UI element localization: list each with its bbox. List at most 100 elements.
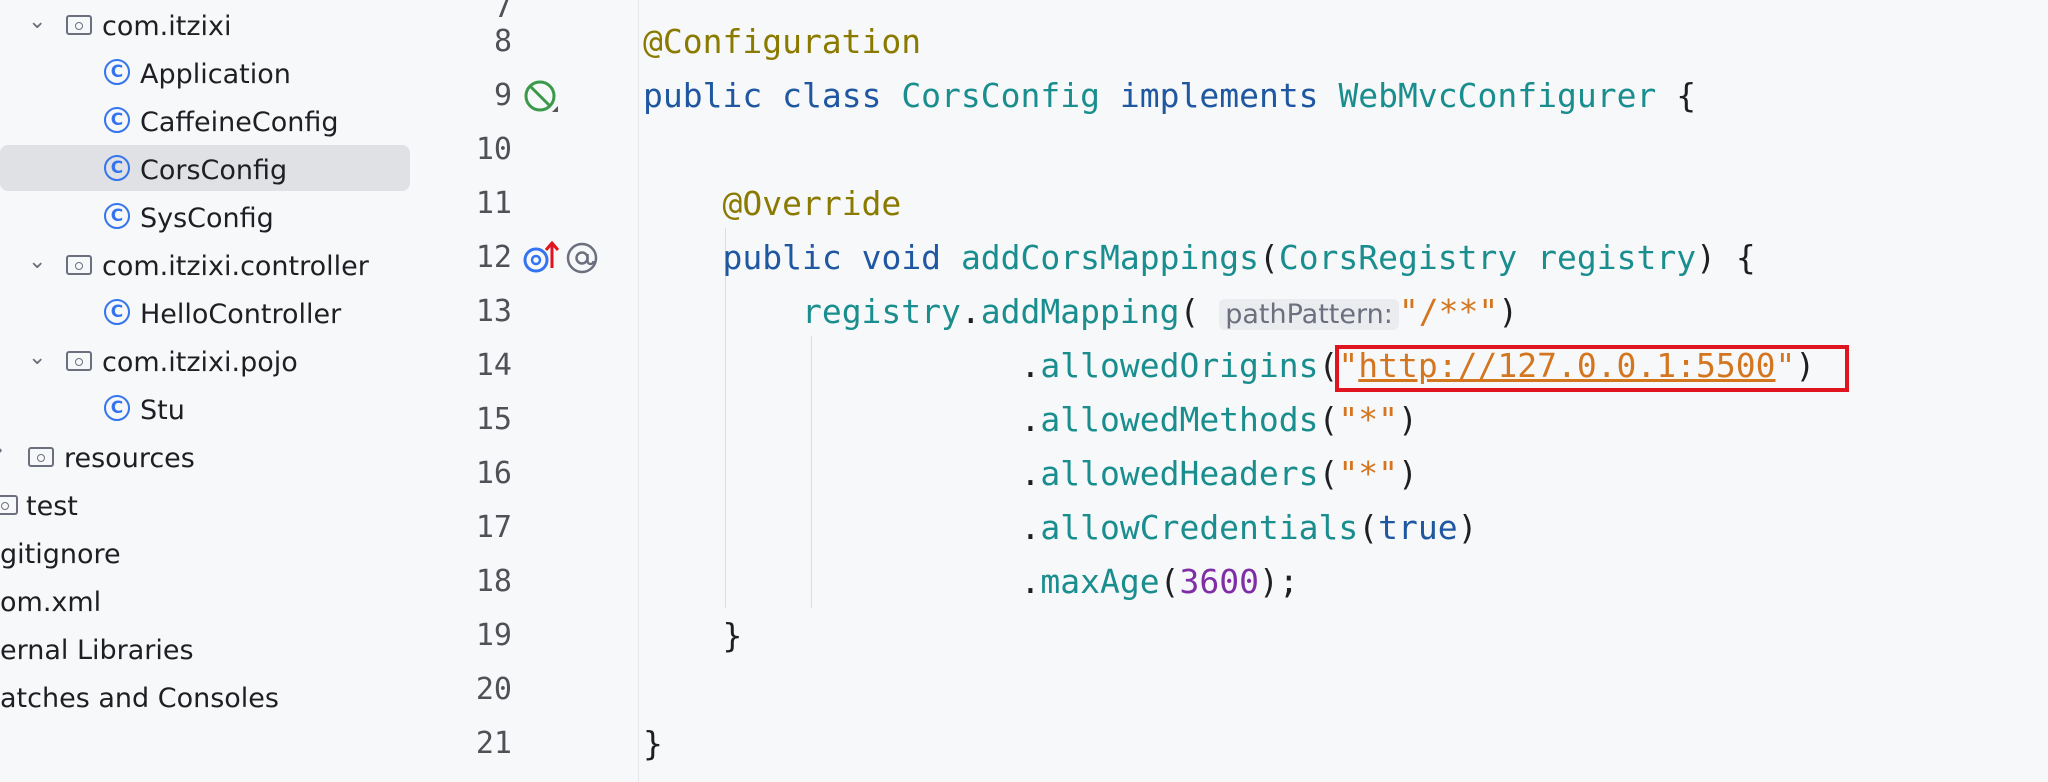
tree-item-package-pojo[interactable]: ⌄ com.itzixi.pojo xyxy=(0,339,420,385)
tree-item-label: atches and Consoles xyxy=(0,683,279,714)
paren: ( xyxy=(1358,508,1379,547)
tree-item-sysconfig[interactable]: C SysConfig xyxy=(0,195,420,241)
tree-item-package-controller[interactable]: ⌄ com.itzixi.controller xyxy=(0,243,420,289)
tree-item-label: com.itzixi.controller xyxy=(102,251,369,282)
line-number: 19 xyxy=(475,618,512,653)
code-line-16: .allowedHeaders("*") xyxy=(643,454,1418,493)
interface-name: WebMvcConfigurer xyxy=(1338,76,1657,115)
tree-item-label: om.xml xyxy=(0,587,102,618)
tree-item-label: com.itzixi xyxy=(102,11,232,42)
tree-item-label: gitignore xyxy=(0,539,121,570)
code-line-18: .maxAge(3600); xyxy=(643,562,1299,601)
line-number: 18 xyxy=(475,564,512,599)
line-number: 21 xyxy=(475,726,512,761)
method-name: addMapping xyxy=(980,292,1180,331)
tree-item-label: SysConfig xyxy=(140,203,274,234)
tree-item-label: CorsConfig xyxy=(140,155,288,186)
chevron-down-icon[interactable]: ⌄ xyxy=(28,344,46,370)
line-number: 20 xyxy=(475,672,512,707)
class-run-icon: C xyxy=(104,59,130,85)
method-name: allowCredentials xyxy=(1040,508,1359,547)
tree-item-resources[interactable]: › resources xyxy=(0,435,420,481)
tree-item-application[interactable]: C Application xyxy=(0,51,420,97)
tree-item-label: Stu xyxy=(140,395,185,426)
paren: ( xyxy=(1318,400,1339,439)
tree-item-label: com.itzixi.pojo xyxy=(102,347,298,378)
line-number: 9 xyxy=(493,78,512,113)
code-line-17: .allowCredentials(true) xyxy=(643,508,1478,547)
dot: . xyxy=(960,292,981,331)
no-bean-icon[interactable] xyxy=(522,78,562,118)
paren: ) xyxy=(1398,400,1418,439)
paren: ) xyxy=(1457,508,1478,547)
line-number: 12 xyxy=(475,240,512,275)
string-literal: "*" xyxy=(1338,454,1399,493)
line-number: 10 xyxy=(475,132,512,167)
class-icon: C xyxy=(104,155,130,181)
paren: ) xyxy=(1398,454,1418,493)
tree-item-external-libraries[interactable]: ernal Libraries xyxy=(0,627,420,673)
tree-item-hellocontroller[interactable]: C HelloController xyxy=(0,291,420,337)
tree-item-test[interactable]: test xyxy=(0,483,420,529)
keyword: implements xyxy=(1119,76,1319,115)
tree-item-label: resources xyxy=(64,443,195,474)
chevron-right-icon[interactable]: › xyxy=(0,439,3,462)
param-name: registry xyxy=(1537,238,1697,277)
override-up-icon[interactable] xyxy=(522,238,562,278)
tree-item-scratches-consoles[interactable]: atches and Consoles xyxy=(0,675,420,721)
annotation: @Override xyxy=(722,184,902,223)
tree-item-label: CaffeineConfig xyxy=(140,107,339,138)
class-name: CorsConfig xyxy=(901,76,1100,115)
brace: } xyxy=(643,724,663,763)
at-annotation-icon[interactable] xyxy=(562,238,602,278)
method-name: addCorsMappings xyxy=(960,238,1259,277)
dot: . xyxy=(1020,346,1041,385)
dot: . xyxy=(1020,454,1041,493)
annotation: @Configuration xyxy=(643,22,922,61)
line-number: 16 xyxy=(475,456,512,491)
number-literal: 3600 xyxy=(1179,562,1259,601)
identifier: registry xyxy=(801,292,961,331)
code-line-13: registry.addMapping( pathPattern: "/**") xyxy=(643,292,1518,331)
line-number: 7 xyxy=(493,0,512,25)
keyword: class xyxy=(782,76,882,115)
chevron-down-icon[interactable]: ⌄ xyxy=(28,8,46,34)
paren: ( xyxy=(1159,562,1180,601)
paren: ( xyxy=(1258,238,1279,277)
param-type: CorsRegistry xyxy=(1278,238,1518,277)
tree-item-label: test xyxy=(26,491,78,522)
method-name: allowedMethods xyxy=(1040,400,1319,439)
code-line-12: public void addCorsMappings(CorsRegistry… xyxy=(643,238,1756,277)
method-name: allowedOrigins xyxy=(1040,346,1319,385)
line-number: 15 xyxy=(475,402,512,437)
line-number: 11 xyxy=(475,186,512,221)
tree-item-stu[interactable]: C Stu xyxy=(0,387,420,433)
keyword: public xyxy=(722,238,842,277)
string-literal: "*" xyxy=(1338,400,1399,439)
package-icon xyxy=(66,255,92,275)
tree-item-package-com-itzixi[interactable]: ⌄ com.itzixi xyxy=(0,3,420,49)
dot: . xyxy=(1020,562,1041,601)
line-number: 14 xyxy=(475,348,512,383)
line-number: 17 xyxy=(475,510,512,545)
class-icon: C xyxy=(104,395,130,421)
tree-item-gitignore[interactable]: gitignore xyxy=(0,531,420,577)
line-number: 8 xyxy=(493,24,512,59)
class-icon: C xyxy=(104,299,130,325)
class-icon: C xyxy=(104,107,130,133)
resources-folder-icon xyxy=(28,447,54,467)
tree-item-label: Application xyxy=(140,59,291,90)
paren: ) { xyxy=(1696,238,1756,277)
code-line-21: } xyxy=(643,724,663,763)
folder-icon xyxy=(0,495,18,515)
tree-item-corsconfig[interactable]: C CorsConfig xyxy=(0,145,410,191)
tree-item-label: ernal Libraries xyxy=(0,635,194,666)
tree-item-caffeineconfig[interactable]: C CaffeineConfig xyxy=(0,99,420,145)
tree-item-pom-xml[interactable]: om.xml xyxy=(0,579,420,625)
tree-item-label: HelloController xyxy=(140,299,342,330)
parameter-hint: pathPattern: xyxy=(1219,299,1399,330)
chevron-down-icon[interactable]: ⌄ xyxy=(28,248,46,274)
code-line-9: public class CorsConfig implements WebMv… xyxy=(643,76,1696,115)
code-line-19: } xyxy=(643,616,742,655)
code-line-8: @Configuration xyxy=(643,22,921,61)
